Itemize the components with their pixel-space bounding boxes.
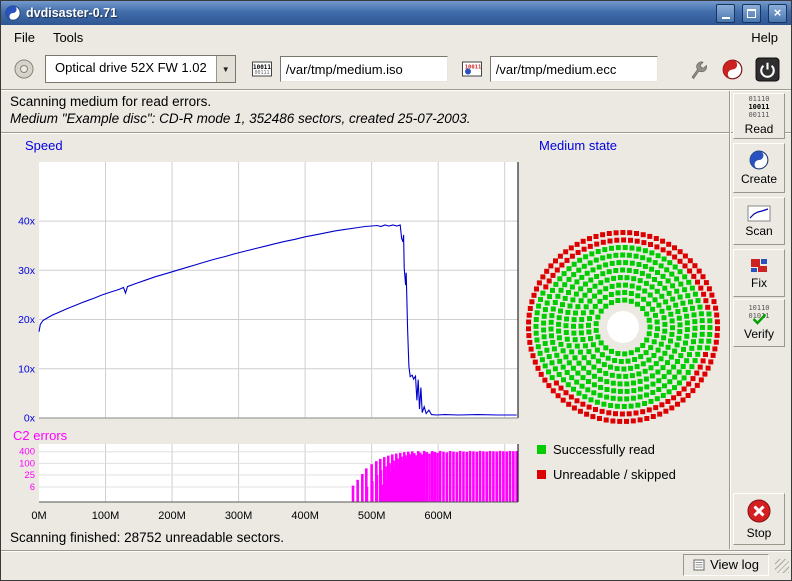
c2-errors-chart: 625100400 0M 100M 200M 300M 400M 500M 600M [9, 442, 521, 526]
verify-button[interactable]: 10110 01011 Verify [733, 299, 785, 347]
svg-text:6: 6 [30, 482, 35, 493]
stop-button-label: Stop [747, 526, 772, 540]
create-icon [749, 150, 769, 170]
menu-tools[interactable]: Tools [44, 27, 92, 48]
chevron-down-icon: ▼ [216, 56, 235, 82]
iso-file-button[interactable]: 10011 00111 [250, 57, 274, 81]
c2-errors-chart-title: C2 errors [13, 428, 67, 443]
status-line-2: Medium "Example disc": CD-R mode 1, 3524… [10, 111, 471, 126]
menubar: File Tools Help [1, 25, 791, 49]
legend-bad-label: Unreadable / skipped [553, 467, 676, 482]
medium-state-title: Medium state [539, 138, 617, 153]
image-file-icon: 10011 00111 [251, 58, 273, 80]
view-log-label: View log [710, 557, 759, 572]
resize-grip[interactable] [775, 559, 789, 573]
fix-icon [749, 257, 769, 274]
menu-help[interactable]: Help [742, 27, 787, 48]
finish-status-text: Scanning finished: 28752 unreadable sect… [10, 530, 284, 545]
checkmark-icon [752, 313, 767, 325]
maximize-icon [747, 9, 756, 18]
statusbar: View log [1, 550, 791, 578]
scan-button[interactable]: Scan [733, 197, 785, 245]
sidebar-separator [729, 91, 731, 549]
minimize-button[interactable] [716, 4, 735, 23]
wrench-icon [688, 58, 710, 80]
svg-text:00111: 00111 [254, 70, 269, 76]
svg-text:100: 100 [19, 458, 35, 469]
medium-state-disc [523, 227, 723, 427]
dvdisaster-logo-icon [722, 59, 743, 80]
status-line-1: Scanning medium for read errors. [10, 94, 211, 109]
drive-select-button[interactable] [11, 56, 37, 82]
status-separator [1, 132, 791, 134]
ecc-path-input[interactable] [490, 56, 658, 82]
log-document-icon [693, 559, 705, 571]
svg-text:40x: 40x [18, 216, 36, 228]
titlebar: dvdisaster-0.71 × [1, 1, 791, 25]
app-icon [5, 5, 21, 21]
read-button-label: Read [745, 122, 774, 136]
menu-file[interactable]: File [5, 27, 44, 48]
window-title: dvdisaster-0.71 [26, 6, 709, 20]
legend-good-label: Successfully read [553, 442, 655, 457]
app-window: dvdisaster-0.71 × File Tools Help Optica… [0, 0, 792, 581]
svg-text:100M: 100M [92, 510, 120, 522]
legend-bad: Unreadable / skipped [537, 467, 676, 482]
toolbar: Optical drive 52X FW 1.02 ▼ 10011 00111 … [1, 49, 791, 89]
svg-text:30x: 30x [18, 265, 36, 277]
about-button[interactable] [721, 58, 744, 81]
view-log-button[interactable]: View log [683, 554, 769, 576]
drive-select-value: Optical drive 52X FW 1.02 [46, 56, 216, 82]
fix-button-label: Fix [751, 276, 767, 290]
scan-icon [747, 205, 771, 222]
svg-text:200M: 200M [158, 510, 186, 522]
read-icon: 01110 10011 00111 [748, 96, 769, 119]
svg-text:10x: 10x [18, 363, 36, 375]
create-button[interactable]: Create [733, 143, 785, 193]
iso-path-input[interactable] [280, 56, 448, 82]
close-icon: × [774, 6, 782, 19]
stop-icon [746, 498, 772, 524]
legend-bad-swatch [537, 470, 546, 479]
ecc-file-icon: 10011 [461, 58, 483, 80]
close-button[interactable]: × [768, 4, 787, 23]
maximize-button[interactable] [742, 4, 761, 23]
speed-chart-title: Speed [25, 138, 63, 153]
toolbar-separator [1, 89, 791, 91]
minimize-icon [722, 17, 730, 19]
legend-good-swatch [537, 445, 546, 454]
stop-button[interactable]: Stop [733, 493, 785, 545]
svg-text:25: 25 [24, 470, 35, 481]
power-icon [755, 57, 780, 82]
read-icon-row: 00111 [748, 111, 769, 119]
svg-text:600M: 600M [424, 510, 452, 522]
svg-text:0M: 0M [31, 510, 46, 522]
ecc-file-button[interactable]: 10011 [460, 57, 484, 81]
read-button[interactable]: 01110 10011 00111 Read [733, 93, 785, 139]
legend-good: Successfully read [537, 442, 655, 457]
svg-text:0x: 0x [24, 413, 36, 425]
fix-button[interactable]: Fix [733, 249, 785, 297]
svg-text:400: 400 [19, 447, 35, 458]
svg-text:500M: 500M [358, 510, 386, 522]
verify-button-label: Verify [744, 327, 774, 341]
create-button-label: Create [741, 172, 777, 186]
quit-button[interactable] [754, 56, 781, 83]
preferences-button[interactable] [687, 57, 711, 81]
svg-text:400M: 400M [291, 510, 319, 522]
scan-button-label: Scan [745, 224, 772, 238]
svg-text:300M: 300M [225, 510, 253, 522]
drive-select[interactable]: Optical drive 52X FW 1.02 ▼ [45, 55, 236, 83]
optical-drive-icon [12, 57, 36, 81]
svg-text:20x: 20x [18, 314, 36, 326]
speed-chart: 0x 10x 20x 30x 40x [9, 160, 521, 424]
